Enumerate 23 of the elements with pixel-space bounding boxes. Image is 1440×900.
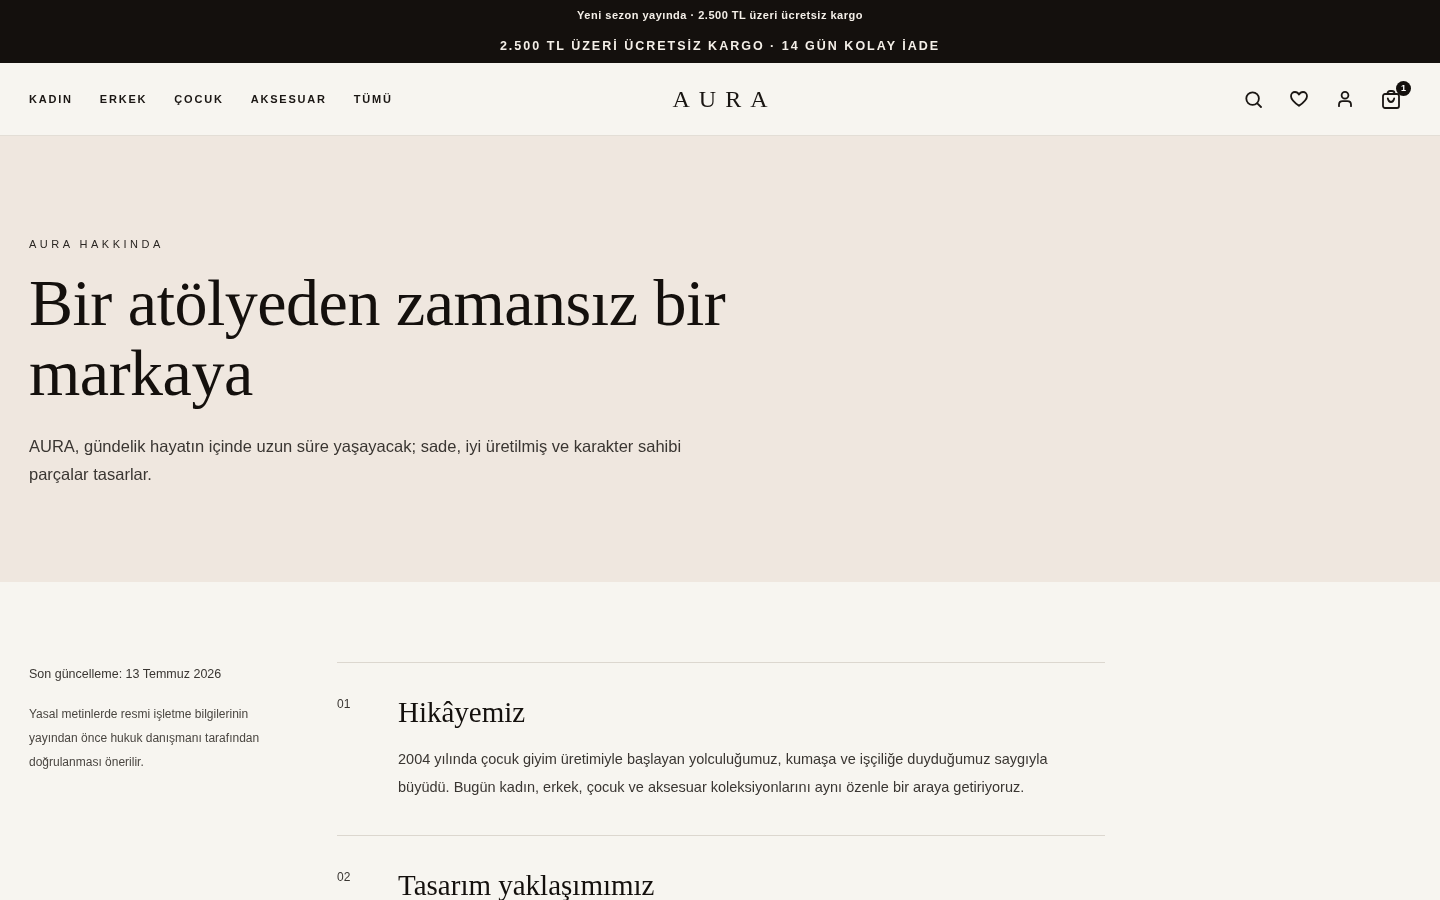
section-body-text: 2004 yılında çocuk giyim üretimiyle başlayan yolculuğumuz, kumaşa ve işçiliğe duyduğumuz saygıyla büyüdü. Bugün kadın, erkek, çocuk ve aksesuar koleksiyonlarını aynı özenle bir araya getiriyoruz. <box>398 750 1049 797</box>
heart-icon <box>1290 91 1308 107</box>
brand-logo[interactable]: AURA <box>672 85 777 113</box>
hero-lead-text: AURA, gündelik hayatın içinde uzun süre yaşayacak; sade, iyi üretilmiş ve karakter sahibi parçalar tasarlar. <box>29 436 683 485</box>
hero-title: Bir atölyeden zamansız bir markaya <box>29 268 727 408</box>
nav-link[interactable]: ÇOCUK <box>174 93 224 105</box>
cart-count-badge: 1 <box>1396 81 1411 96</box>
section-number: 02 <box>337 870 352 886</box>
search-icon <box>1244 90 1262 108</box>
nav-link[interactable]: AKSESUAR <box>250 93 327 105</box>
promo-ticker-text: Yeni sezon yayında · 2.500 TL üzeri ücretsiz kargo <box>577 8 863 22</box>
user-icon <box>1338 91 1352 107</box>
nav-link[interactable]: KADIN <box>29 93 73 105</box>
cart-button[interactable] <box>1379 87 1403 111</box>
nav-link[interactable]: ERKEK <box>99 93 148 105</box>
legal-note-text: Yasal metinlerde resmi işletme bilgilerinin yayından önce hukuk danışmanı tarafından doğrulanması önerilir. <box>29 706 261 771</box>
shipping-banner-text: 2.500 TL ÜZERİ ÜCRETSİZ KARGO · 14 GÜN KOLAY İADE <box>499 38 941 54</box>
eyebrow-label: AURA HAKKINDA <box>29 237 164 251</box>
shopping-bag-icon <box>1382 89 1400 109</box>
last-updated-text: Son güncelleme: 13 Temmuz 2026 <box>29 666 223 682</box>
section-title: Hikâyemiz <box>398 695 527 729</box>
section-number: 01 <box>337 697 352 713</box>
nav-link[interactable]: TÜMÜ <box>353 93 393 105</box>
